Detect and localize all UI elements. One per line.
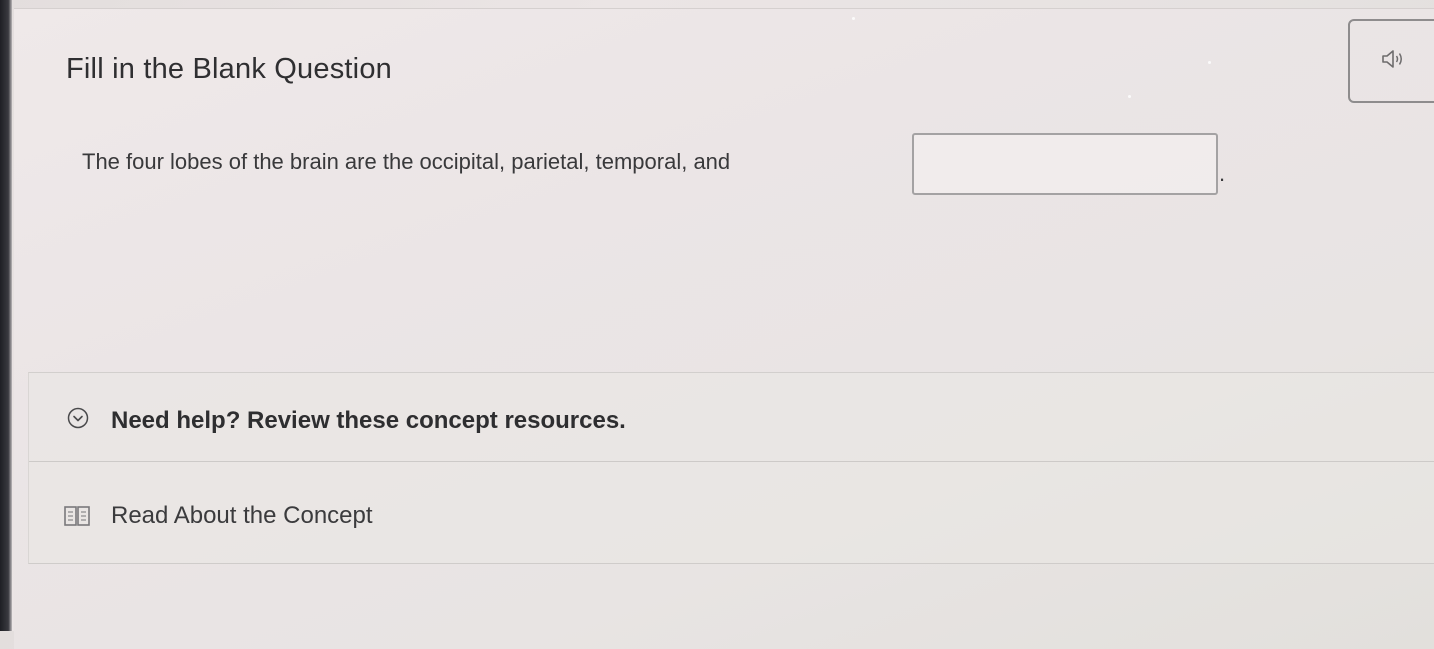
read-about-concept-label: Read About the Concept [111, 502, 373, 529]
read-about-concept-link[interactable]: Read About the Concept [29, 462, 1434, 562]
help-resources-panel: Need help? Review these concept resource… [28, 372, 1434, 564]
question-prompt: The four lobes of the brain are the occi… [82, 149, 731, 174]
answer-blank-input[interactable] [912, 133, 1218, 195]
screen-glare [852, 17, 855, 20]
screen-bezel [0, 0, 12, 631]
read-aloud-button[interactable] [1348, 19, 1434, 103]
question-heading: Fill in the Blank Question [66, 53, 392, 85]
speaker-icon [1381, 48, 1407, 75]
chevron-down-circle-icon [67, 407, 89, 429]
help-header-label: Need help? Review these concept resource… [111, 407, 626, 434]
book-icon [63, 504, 91, 528]
help-resources-toggle[interactable]: Need help? Review these concept resource… [29, 373, 1434, 462]
sentence-period: . [1219, 161, 1226, 186]
screen-glare [1128, 95, 1131, 98]
screen-glare [1208, 61, 1211, 64]
